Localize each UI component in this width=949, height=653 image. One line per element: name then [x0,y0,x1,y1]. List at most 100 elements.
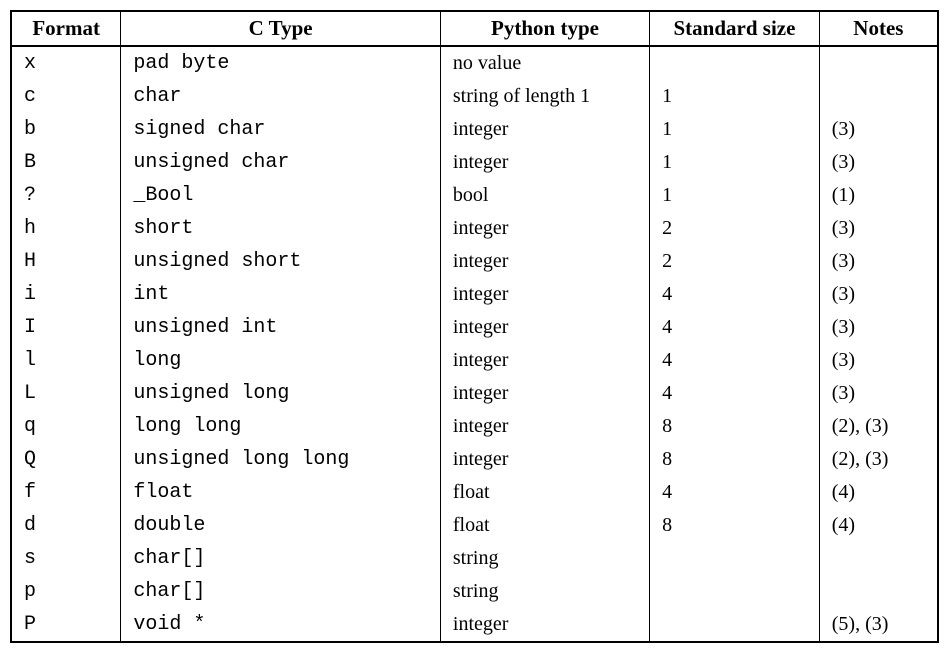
cell-ctype: short [121,212,441,245]
cell-pytype: no value [440,46,649,80]
cell-format: x [11,46,121,80]
cell-notes: (1) [819,179,938,212]
struct-format-table: Format C Type Python type Standard size … [10,10,939,643]
cell-format: q [11,410,121,443]
cell-format: h [11,212,121,245]
cell-ctype: long long [121,410,441,443]
cell-format: I [11,311,121,344]
cell-ctype: pad byte [121,46,441,80]
cell-pytype: integer [440,608,649,642]
cell-format: p [11,575,121,608]
cell-size: 8 [650,443,820,476]
cell-size: 4 [650,344,820,377]
cell-notes [819,46,938,80]
cell-ctype: unsigned long long [121,443,441,476]
cell-format: L [11,377,121,410]
table-row: xpad byteno value [11,46,938,80]
cell-format: P [11,608,121,642]
cell-notes: (2), (3) [819,410,938,443]
table-row: ffloatfloat4(4) [11,476,938,509]
cell-size: 1 [650,146,820,179]
cell-format: ? [11,179,121,212]
cell-notes: (3) [819,311,938,344]
header-pytype: Python type [440,11,649,46]
cell-pytype: string of length 1 [440,80,649,113]
cell-ctype: double [121,509,441,542]
cell-ctype: void * [121,608,441,642]
cell-notes: (3) [819,278,938,311]
cell-notes: (2), (3) [819,443,938,476]
table-row: ddoublefloat8(4) [11,509,938,542]
cell-format: H [11,245,121,278]
cell-size [650,46,820,80]
cell-ctype: float [121,476,441,509]
cell-pytype: integer [440,113,649,146]
table-row: schar[]string [11,542,938,575]
header-format: Format [11,11,121,46]
cell-size: 8 [650,410,820,443]
cell-size: 2 [650,245,820,278]
cell-notes [819,542,938,575]
cell-ctype: int [121,278,441,311]
cell-size: 1 [650,113,820,146]
cell-notes [819,575,938,608]
cell-notes: (3) [819,212,938,245]
cell-format: Q [11,443,121,476]
cell-format: i [11,278,121,311]
cell-size: 4 [650,377,820,410]
cell-ctype: _Bool [121,179,441,212]
cell-ctype: unsigned char [121,146,441,179]
cell-ctype: unsigned short [121,245,441,278]
cell-size: 4 [650,278,820,311]
cell-pytype: integer [440,278,649,311]
cell-notes [819,80,938,113]
cell-size: 2 [650,212,820,245]
cell-format: s [11,542,121,575]
cell-notes: (5), (3) [819,608,938,642]
table-row: bsigned charinteger1(3) [11,113,938,146]
cell-notes: (3) [819,245,938,278]
table-row: Bunsigned charinteger1(3) [11,146,938,179]
table-row: ?_Boolbool1(1) [11,179,938,212]
cell-ctype: char[] [121,575,441,608]
table-row: ccharstring of length 11 [11,80,938,113]
cell-size: 4 [650,311,820,344]
cell-notes: (3) [819,113,938,146]
cell-pytype: string [440,542,649,575]
cell-format: f [11,476,121,509]
cell-ctype: unsigned int [121,311,441,344]
cell-pytype: integer [440,245,649,278]
cell-notes: (3) [819,344,938,377]
cell-ctype: unsigned long [121,377,441,410]
table-row: Hunsigned shortinteger2(3) [11,245,938,278]
cell-size: 4 [650,476,820,509]
table-row: pchar[]string [11,575,938,608]
table-row: llonginteger4(3) [11,344,938,377]
cell-ctype: long [121,344,441,377]
cell-notes: (3) [819,146,938,179]
table-row: Iunsigned intinteger4(3) [11,311,938,344]
header-notes: Notes [819,11,938,46]
cell-pytype: float [440,476,649,509]
table-header-row: Format C Type Python type Standard size … [11,11,938,46]
cell-format: b [11,113,121,146]
cell-size: 1 [650,80,820,113]
cell-pytype: integer [440,212,649,245]
header-size: Standard size [650,11,820,46]
table-row: Pvoid *integer (5), (3) [11,608,938,642]
cell-format: d [11,509,121,542]
cell-notes: (4) [819,476,938,509]
cell-size [650,575,820,608]
cell-format: l [11,344,121,377]
table-row: iintinteger4(3) [11,278,938,311]
cell-pytype: integer [440,443,649,476]
cell-pytype: integer [440,146,649,179]
cell-pytype: integer [440,311,649,344]
cell-format: B [11,146,121,179]
table-row: Lunsigned longinteger4(3) [11,377,938,410]
cell-pytype: integer [440,377,649,410]
cell-pytype: integer [440,410,649,443]
header-ctype: C Type [121,11,441,46]
cell-size [650,608,820,642]
table-body: xpad byteno valueccharstring of length 1… [11,46,938,642]
